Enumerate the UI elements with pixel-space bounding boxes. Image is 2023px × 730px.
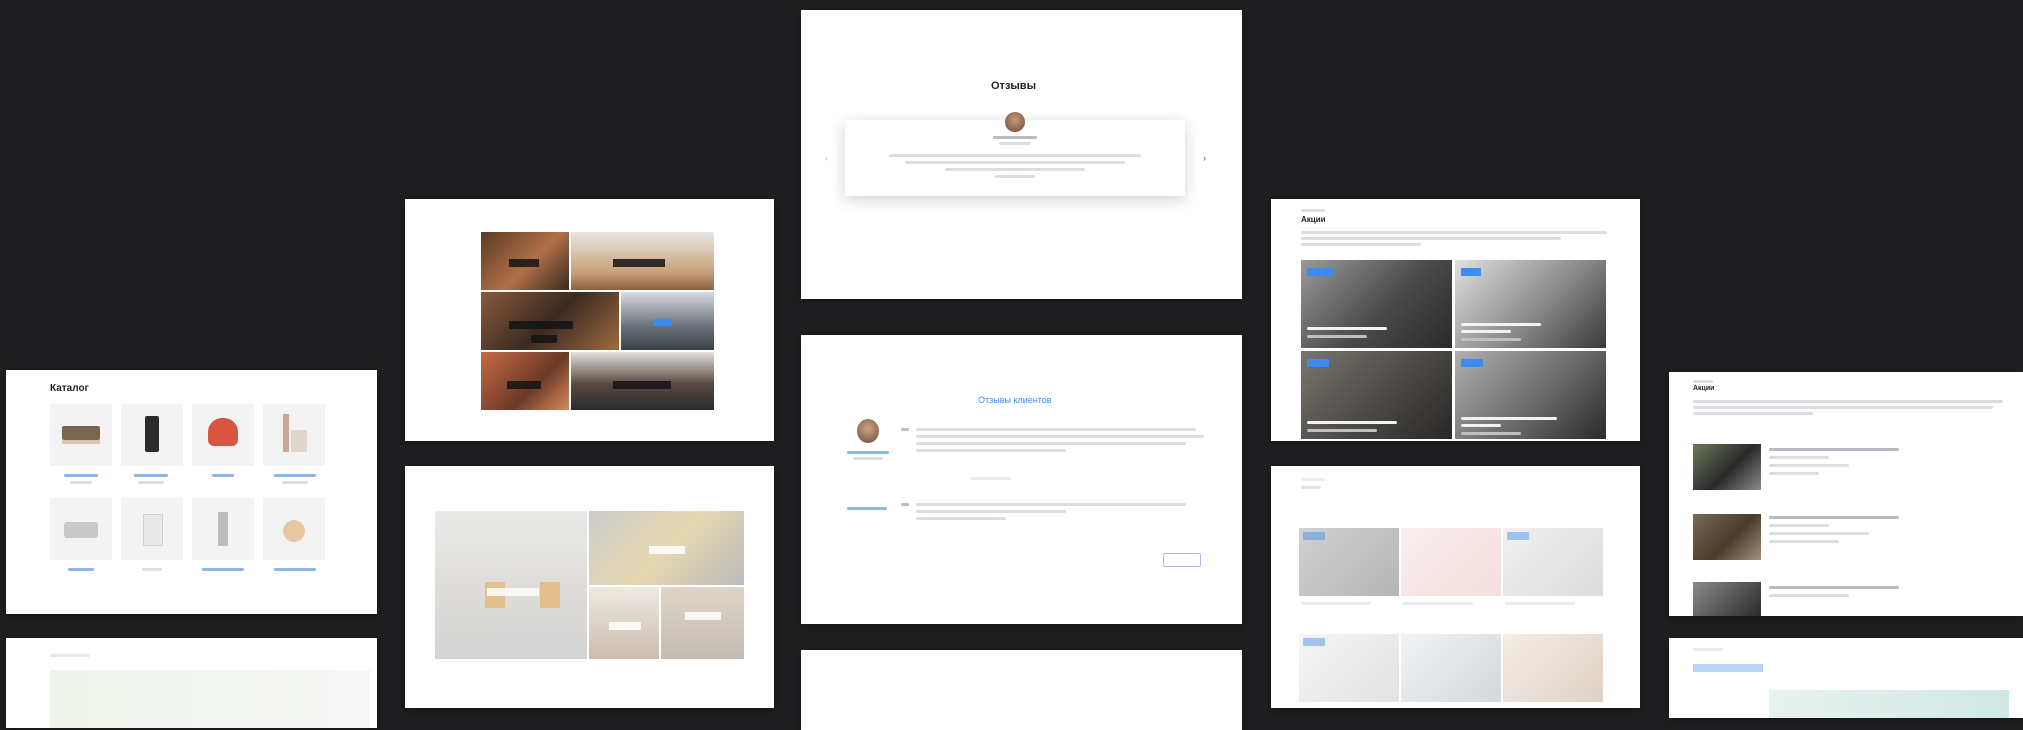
product-tile[interactable] bbox=[263, 404, 325, 466]
news-grid-screen: Акции bbox=[1271, 199, 1640, 441]
testimonials-screen: Отзывы ‹ › bbox=[801, 10, 1242, 299]
news-grid-title: Акции bbox=[1301, 215, 1326, 224]
news-card[interactable] bbox=[1503, 634, 1603, 702]
faded-screen bbox=[801, 650, 1242, 730]
news-list-screen: Акции bbox=[1669, 372, 2023, 616]
product-tile[interactable] bbox=[263, 498, 325, 560]
product-caption[interactable] bbox=[274, 474, 316, 477]
news-card[interactable] bbox=[1401, 528, 1501, 596]
faded-screen bbox=[1669, 638, 2023, 718]
product-caption[interactable] bbox=[274, 568, 316, 571]
product-caption[interactable] bbox=[64, 474, 98, 477]
product-tile[interactable] bbox=[50, 498, 112, 560]
product-tile[interactable] bbox=[50, 404, 112, 466]
product-caption[interactable] bbox=[212, 474, 234, 477]
testimonials-title: Отзывы bbox=[991, 80, 1036, 92]
reviews-screen: Отзывы клиентов bbox=[801, 335, 1242, 624]
reviews-title: Отзывы клиентов bbox=[978, 395, 1052, 405]
product-caption[interactable] bbox=[202, 568, 244, 571]
product-tile[interactable] bbox=[192, 498, 254, 560]
news-list-title: Акции bbox=[1693, 385, 1715, 392]
news-card[interactable] bbox=[1401, 634, 1501, 702]
collage-image[interactable] bbox=[661, 587, 744, 659]
faded-screen bbox=[6, 638, 377, 728]
news-thumbnail[interactable] bbox=[1693, 514, 1761, 560]
interior-screen bbox=[405, 466, 774, 708]
product-tile[interactable] bbox=[121, 404, 183, 466]
avatar bbox=[1005, 112, 1025, 132]
catalog-title: Каталог bbox=[50, 383, 89, 394]
news-thumbnail[interactable] bbox=[1693, 582, 1761, 616]
product-tile[interactable] bbox=[121, 498, 183, 560]
product-tile[interactable] bbox=[192, 404, 254, 466]
collage-image[interactable] bbox=[435, 511, 587, 659]
more-reviews-button[interactable] bbox=[1163, 553, 1201, 567]
catalog-screen: Каталог bbox=[6, 370, 377, 614]
news-thumbnail[interactable] bbox=[1693, 444, 1761, 490]
chevron-left-icon[interactable]: ‹ bbox=[825, 154, 833, 163]
product-caption[interactable] bbox=[68, 568, 94, 571]
avatar bbox=[857, 419, 879, 443]
chevron-right-icon[interactable]: › bbox=[1203, 154, 1211, 163]
news-grid-faded-screen bbox=[1271, 466, 1640, 708]
product-caption[interactable] bbox=[134, 474, 168, 477]
testimonial-card bbox=[845, 112, 1185, 196]
collage-screen bbox=[405, 199, 774, 441]
